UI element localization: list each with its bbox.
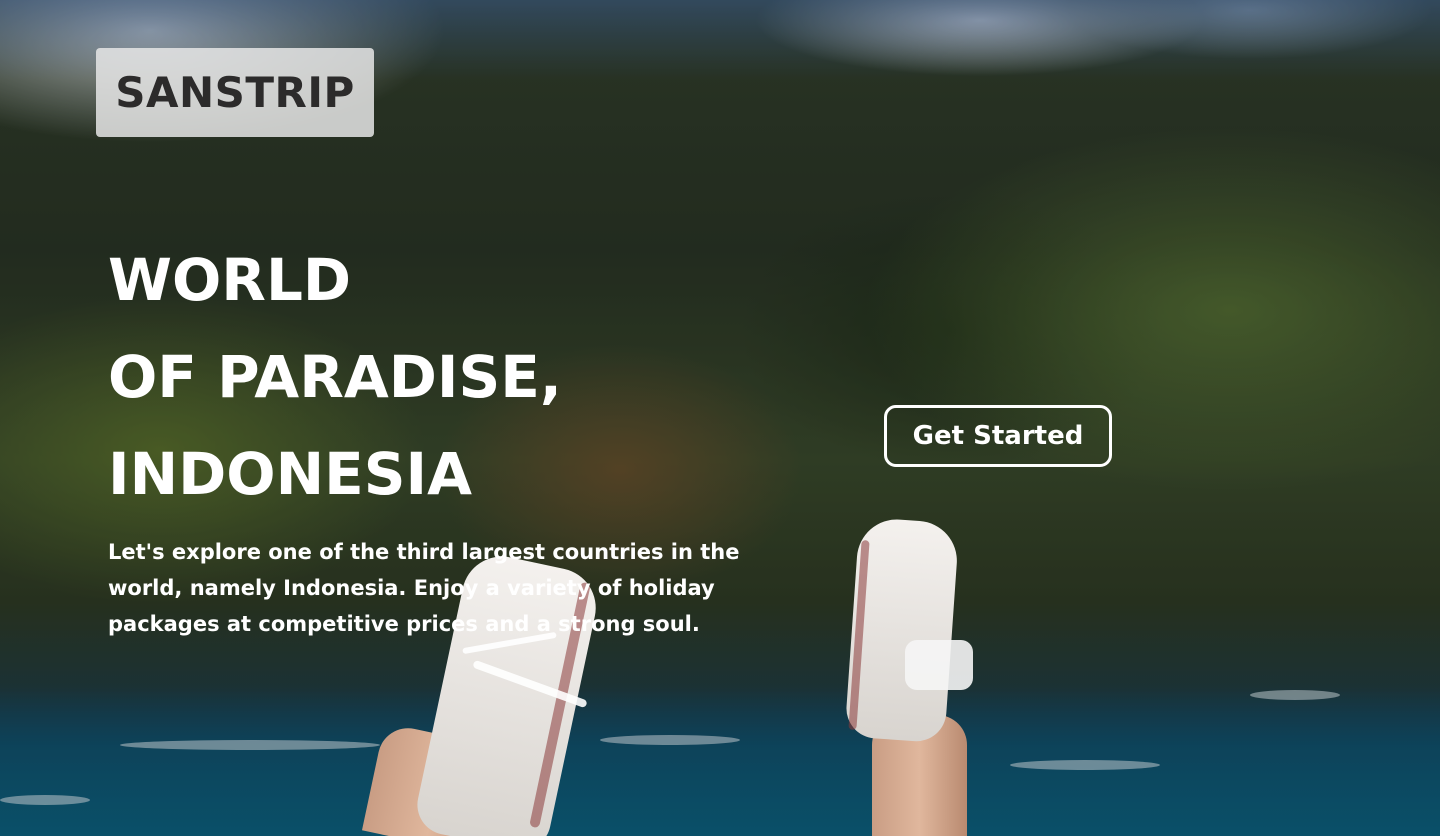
hero-title-line: OF PARADISE, [108,343,562,411]
brand-logo[interactable]: SANSTRIP [96,48,374,137]
right-lace [905,640,973,690]
hero-title: WORLD OF PARADISE, INDONESIA [108,232,562,523]
hero-description: Let's explore one of the third largest c… [108,540,740,636]
hero-title-line: WORLD [108,246,352,314]
get-started-button[interactable]: Get Started [884,405,1112,467]
hero-title-line: INDONESIA [108,440,472,508]
